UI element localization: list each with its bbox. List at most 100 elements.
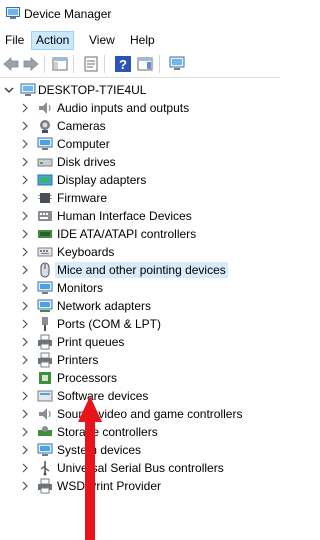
- tree-item[interactable]: Ports (COM & LPT): [0, 315, 280, 333]
- toolbar-separator: [159, 55, 160, 73]
- hid-icon: [38, 211, 52, 221]
- processor-icon: [39, 372, 51, 384]
- disk-drive-icon: [37, 158, 53, 167]
- expand-chevron-icon[interactable]: [20, 408, 30, 420]
- tree-item[interactable]: Human Interface Devices: [0, 207, 280, 225]
- tree-item[interactable]: Computer: [0, 135, 280, 153]
- expand-chevron-icon[interactable]: [20, 426, 30, 438]
- mouse-icon: [40, 262, 50, 278]
- expand-chevron-icon[interactable]: [20, 174, 30, 186]
- expand-chevron-icon[interactable]: [20, 102, 30, 114]
- tree-item-label: Printers: [57, 353, 99, 367]
- computer-name: DESKTOP-T7IE4UL: [38, 83, 147, 97]
- expand-chevron-icon[interactable]: [20, 354, 30, 366]
- storage-controller-icon: [38, 426, 52, 436]
- tree-item[interactable]: WSD Print Provider: [0, 477, 280, 495]
- expand-chevron-icon[interactable]: [20, 120, 30, 132]
- device-manager-icon: [6, 7, 20, 19]
- expand-chevron-icon[interactable]: [20, 336, 30, 348]
- tree-item-label: Print queues: [57, 335, 125, 349]
- computer-icon: [20, 83, 36, 96]
- tree-item[interactable]: Cameras: [0, 117, 280, 135]
- tree-item[interactable]: Software devices: [0, 387, 280, 405]
- tree-item[interactable]: Processors: [0, 369, 280, 387]
- back-arrow-icon[interactable]: [2, 55, 20, 73]
- printer-icon: [38, 334, 52, 350]
- tree-item[interactable]: Storage controllers: [0, 423, 280, 441]
- tree-item[interactable]: Printers: [0, 351, 280, 369]
- tree-item-label: WSD Print Provider: [57, 479, 162, 493]
- expand-chevron-icon[interactable]: [20, 192, 30, 204]
- expand-chevron-icon[interactable]: [20, 282, 30, 294]
- tree-item-label: Ports (COM & LPT): [57, 317, 162, 331]
- tree-item[interactable]: Monitors: [0, 279, 280, 297]
- tree-item[interactable]: Firmware: [0, 189, 280, 207]
- tree-item[interactable]: Sound, video and game controllers: [0, 405, 280, 423]
- menu-action[interactable]: Action: [31, 31, 75, 50]
- tree-item-label: Processors: [57, 371, 118, 385]
- chip-icon: [38, 193, 52, 203]
- menu-help[interactable]: Help: [126, 31, 159, 50]
- expand-chevron-icon[interactable]: [20, 264, 30, 276]
- toolbar: ?: [0, 50, 280, 78]
- usb-icon: [40, 461, 50, 476]
- scan-hardware-changes-icon[interactable]: [168, 55, 186, 73]
- expand-chevron-icon[interactable]: [20, 156, 30, 168]
- tree-item[interactable]: System devices: [0, 441, 280, 459]
- ide-controller-icon: [38, 230, 52, 238]
- tree-item[interactable]: Display adapters: [0, 171, 280, 189]
- toolbar-separator: [44, 55, 45, 73]
- monitor-icon: [37, 137, 53, 150]
- expand-chevron-icon[interactable]: [20, 390, 30, 402]
- tree-item-label: Human Interface Devices: [57, 209, 192, 223]
- collapse-chevron-icon[interactable]: [4, 84, 14, 96]
- monitor-icon: [37, 281, 53, 294]
- tree-item[interactable]: Disk drives: [0, 153, 280, 171]
- tree-item[interactable]: Print queues: [0, 333, 280, 351]
- menu-view[interactable]: View: [85, 31, 119, 50]
- expand-chevron-icon[interactable]: [20, 462, 30, 474]
- expand-chevron-icon[interactable]: [20, 228, 30, 240]
- show-hide-console-tree-icon[interactable]: [51, 55, 69, 73]
- network-icon: [37, 299, 53, 312]
- expand-chevron-icon[interactable]: [20, 138, 30, 150]
- tree-item-label: Software devices: [57, 389, 149, 403]
- expand-chevron-icon[interactable]: [20, 300, 30, 312]
- tree-item-label: Keyboards: [57, 245, 115, 259]
- keyboard-icon: [37, 247, 53, 257]
- help-icon[interactable]: ?: [114, 55, 132, 73]
- expand-chevron-icon[interactable]: [20, 480, 30, 492]
- tree-item[interactable]: IDE ATA/ATAPI controllers: [0, 225, 280, 243]
- expand-chevron-icon[interactable]: [20, 372, 30, 384]
- menu-file[interactable]: File: [1, 31, 28, 50]
- expand-chevron-icon[interactable]: [20, 444, 30, 456]
- action-pane-icon[interactable]: [136, 55, 154, 73]
- tree-item[interactable]: Network adapters: [0, 297, 280, 315]
- tree-item[interactable]: Universal Serial Bus controllers: [0, 459, 280, 477]
- speaker-icon: [39, 102, 51, 114]
- tree-item[interactable]: Audio inputs and outputs: [0, 99, 280, 117]
- menu-bar: File Action View Help: [0, 29, 280, 50]
- toolbar-separator: [104, 55, 105, 73]
- window-title: Device Manager: [24, 7, 112, 21]
- tree-item-label: Display adapters: [57, 173, 147, 187]
- tree-item-label: Cameras: [57, 119, 106, 133]
- expand-chevron-icon[interactable]: [20, 210, 30, 222]
- title-bar: Device Manager: [0, 0, 280, 29]
- tree-item-label: Disk drives: [57, 155, 116, 169]
- tree-item-label: Audio inputs and outputs: [57, 101, 190, 115]
- red-arrow-annotation: [78, 396, 102, 540]
- tree-item-label: Network adapters: [57, 299, 152, 313]
- properties-icon[interactable]: [82, 55, 100, 73]
- tree-item[interactable]: Keyboards: [0, 243, 280, 261]
- tree-root[interactable]: DESKTOP-T7IE4UL: [0, 81, 280, 99]
- tree-item[interactable]: Mice and other pointing devices: [0, 261, 280, 279]
- tree-item-label: Storage controllers: [57, 425, 158, 439]
- printer-icon: [38, 478, 52, 494]
- expand-chevron-icon[interactable]: [20, 318, 30, 330]
- expand-chevron-icon[interactable]: [20, 246, 30, 258]
- camera-icon: [40, 120, 50, 133]
- svg-text:?: ?: [119, 57, 127, 72]
- forward-arrow-icon[interactable]: [22, 55, 40, 73]
- tree-item-label: Firmware: [57, 191, 107, 205]
